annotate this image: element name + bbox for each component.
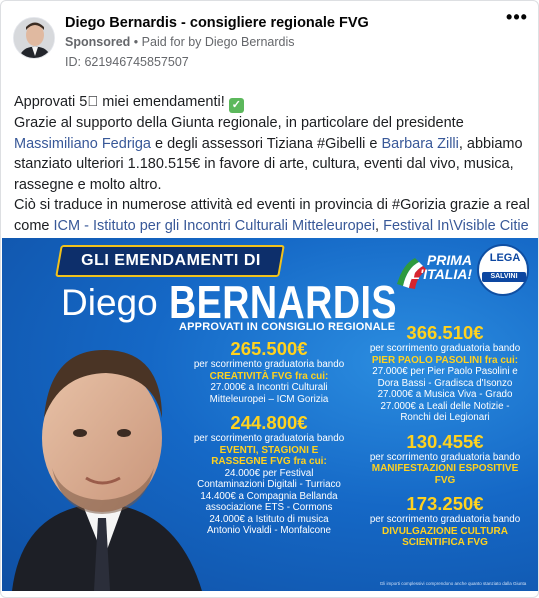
- highlight: MANIFESTAZIONI ESPOSITIVE: [371, 463, 519, 474]
- post-header: Diego Bernardis - consigliere regionale …: [13, 13, 526, 73]
- prima-line-2: L'ITALIA!: [411, 266, 472, 282]
- text-comma: ,: [375, 217, 384, 234]
- highlight: CREATIVITÀ FVG fra cui:: [209, 370, 329, 382]
- detail: 27.000€ a Incontri Culturali: [210, 382, 328, 393]
- amount: 244.800€: [230, 412, 308, 433]
- detail: 27.000€ per Pier Paolo Pasolini e: [372, 366, 518, 377]
- post-text: Approvati 5⃣ miei emendamenti! ✓ Grazie …: [14, 92, 529, 236]
- desc: per scorrimento graduatoria bando: [193, 359, 345, 370]
- detail: Mitteleuropei – ICM Gorizia: [209, 393, 329, 405]
- highlight: FVG: [434, 474, 456, 486]
- item-eventi: 244.800€ per scorrimento graduatoria ban…: [189, 412, 349, 537]
- desc: per scorrimento graduatoria bando: [369, 343, 521, 354]
- page-avatar[interactable]: [13, 17, 55, 59]
- separator-dot: •: [133, 35, 139, 49]
- sponsored-line: Sponsored • Paid for by Diego Bernardis: [65, 35, 295, 49]
- more-options-button[interactable]: •••: [502, 7, 532, 31]
- text-line-7: come ICM - Istituto per gli Incontri Cul…: [14, 216, 529, 237]
- prima-italia-logo: PRIMA L'ITALIA!: [402, 253, 472, 281]
- more-icon: •••: [506, 7, 528, 27]
- amount: 173.250€: [406, 493, 484, 514]
- text-line-6: Ciò si traduce in numerose attività ed e…: [14, 197, 529, 213]
- portrait-photo: [12, 349, 202, 591]
- link-zilli[interactable]: Barbara Zilli: [382, 136, 459, 152]
- detail: Dora Bassi - Gradisca d'Isonzo: [377, 377, 513, 389]
- item-divulgazione: 173.250€ per scorrimento graduatoria ban…: [353, 493, 537, 549]
- detail: 27.000€ a Leali delle Notizie -: [380, 400, 510, 412]
- amount: 366.510€: [406, 322, 484, 343]
- text-line-5: rassegne e molto altro.: [14, 176, 162, 193]
- ad-card: Diego Bernardis - consigliere regionale …: [0, 0, 539, 598]
- item-manifestazioni: 130.455€ per scorrimento graduatoria ban…: [353, 431, 537, 487]
- detail: associazione ETS - Cormons: [205, 502, 333, 513]
- page-name[interactable]: Diego Bernardis - consigliere regionale …: [65, 15, 369, 31]
- text-assessori: e degli assessori Tiziana #Gibelli e: [151, 135, 382, 152]
- ad-id: ID: 621946745857507: [65, 55, 189, 69]
- desc: per scorrimento graduatoria bando: [369, 514, 521, 525]
- banner-title: GLI EMENDAMENTI DI: [81, 252, 261, 269]
- detail: Ronchi dei Legionari: [400, 412, 490, 423]
- text-approvati: Approvati 5⃣ miei emendamenti!: [14, 94, 225, 110]
- paid-for-label: Paid for by Diego Bernardis: [141, 35, 295, 49]
- sponsored-label: Sponsored: [65, 35, 131, 49]
- text-line-4: stanziato ulteriori 1.180.515€ in favore…: [14, 156, 514, 172]
- detail: 24.000€ per Festival: [224, 467, 314, 479]
- amount: 265.500€: [230, 338, 308, 359]
- left-column: 265.500€ per scorrimento graduatoria ban…: [189, 338, 349, 537]
- desc: per scorrimento graduatoria bando: [193, 433, 345, 444]
- salvini-logo-text: SALVINI: [490, 273, 518, 280]
- detail: Contaminazioni Digitali - Turriaco: [197, 479, 341, 490]
- item-creativita: 265.500€ per scorrimento graduatoria ban…: [189, 338, 349, 405]
- candidate-first-name: Diego: [61, 282, 158, 323]
- creative-footnote: Gli importi complessivi comprendono anch…: [379, 581, 527, 586]
- prima-line-1: PRIMA: [426, 252, 472, 268]
- detail: 24.000€ a Istituto di musica: [209, 513, 329, 525]
- highlight: EVENTI, STAGIONI E: [219, 444, 319, 456]
- link-fedriga[interactable]: Massimiliano Fedriga: [14, 136, 151, 152]
- text-line-1: Approvati 5⃣ miei emendamenti! ✓: [14, 92, 529, 113]
- item-pasolini: 366.510€ per scorrimento graduatoria ban…: [353, 322, 537, 424]
- highlight: RASSEGNE FVG fra cui:: [211, 456, 327, 467]
- text-abbiamo: , abbiamo: [458, 135, 523, 152]
- avatar-portrait-icon: [14, 18, 54, 58]
- check-mark-icon: ✓: [228, 98, 244, 113]
- link-icm[interactable]: ICM - Istituto per gli Incontri Cultural…: [54, 218, 376, 234]
- text-line-3: Massimiliano Fedriga e degli assessori T…: [14, 134, 529, 155]
- detail: 14.400€ a Compagnia Bellanda: [200, 490, 338, 502]
- desc: per scorrimento graduatoria bando: [369, 451, 521, 463]
- highlight: SCIENTIFICA FVG: [402, 537, 488, 548]
- highlight: PIER PAOLO PASOLINI fra cui:: [371, 354, 519, 366]
- link-festival[interactable]: Festival In\Visible Citie…: [383, 218, 529, 234]
- lega-logo-text: LEGA: [489, 252, 521, 264]
- text-come: come: [14, 217, 54, 234]
- highlight: DIVULGAZIONE CULTURA: [382, 525, 508, 537]
- amount: 130.455€: [406, 430, 484, 452]
- detail: 27.000€ a Musica Viva - Grado: [377, 389, 513, 400]
- detail: Antonio Vivaldi - Monfalcone: [207, 525, 331, 536]
- text-line-2: Grazie al supporto della Giunta regional…: [14, 115, 464, 131]
- right-column: 366.510€ per scorrimento graduatoria ban…: [353, 322, 537, 549]
- ad-creative-image[interactable]: GLI EMENDAMENTI DI Diego BERNARDIS APPRO…: [2, 238, 538, 591]
